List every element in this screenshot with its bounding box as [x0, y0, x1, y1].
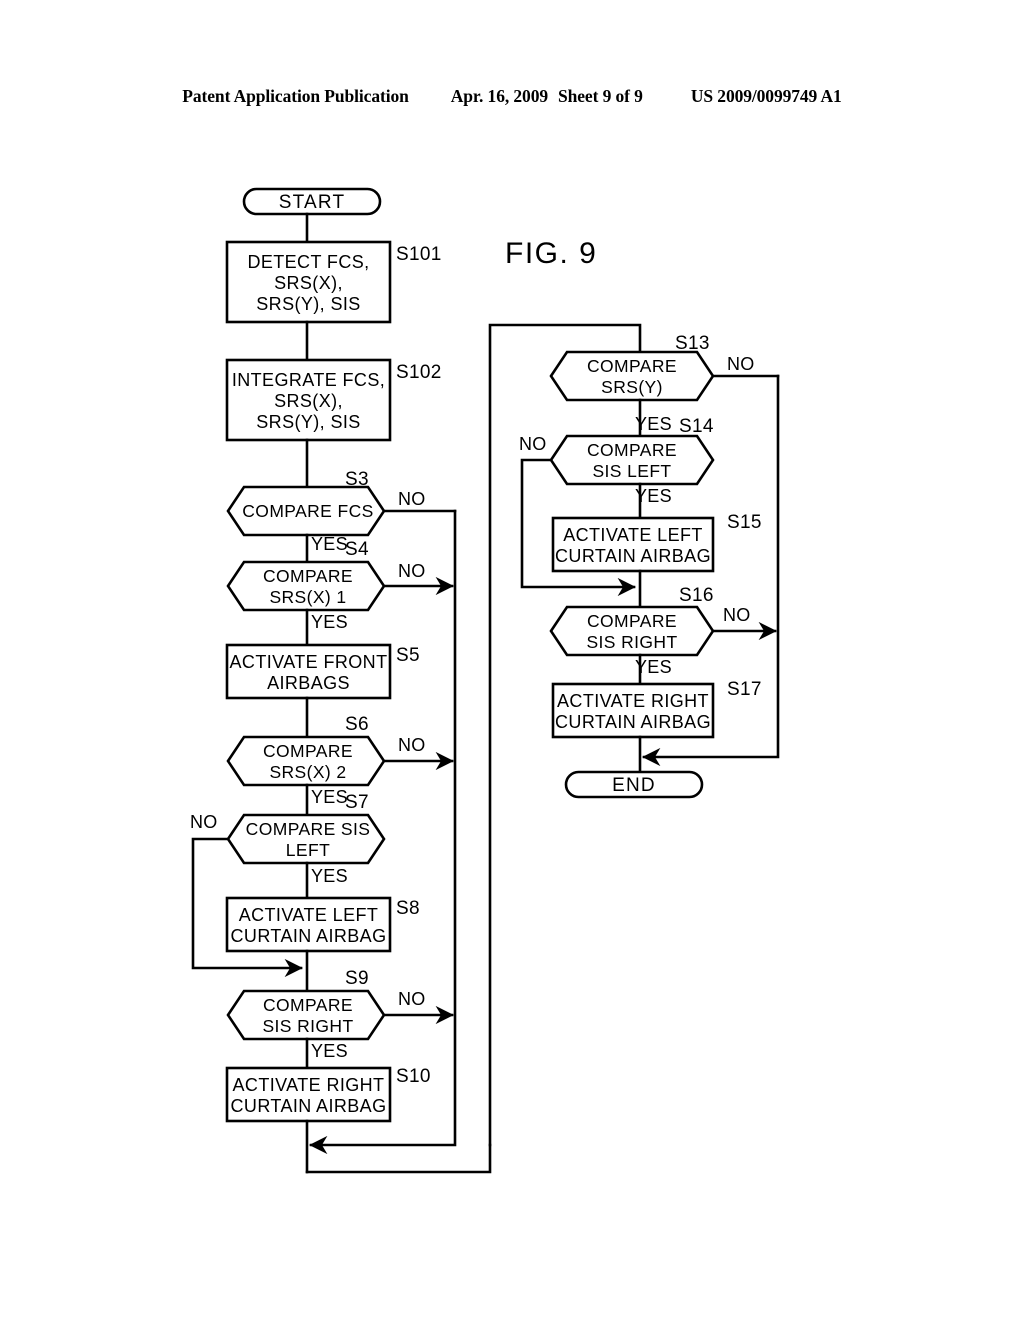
node-start-shape [242, 187, 382, 216]
node-s15-shape [551, 516, 715, 573]
node-s102-shape [225, 358, 392, 442]
step-label-s17: S17 [727, 679, 762, 700]
step-label-s102: S102 [396, 362, 442, 383]
node-s101-shape [225, 240, 392, 324]
step-label-s101: S101 [396, 244, 442, 265]
patent-drawing-sheet: Patent Application Publication Apr. 16, … [0, 0, 1024, 1320]
edge-label-s13-no: NO [727, 354, 755, 374]
node-s17-shape [551, 682, 715, 739]
node-s14-shape [549, 434, 715, 486]
step-label-s7: S7 [345, 792, 369, 813]
edge-label-s14-yes: YES [635, 486, 672, 506]
step-label-s9: S9 [345, 968, 369, 989]
step-label-s16: S16 [679, 585, 714, 606]
node-s9-shape [226, 989, 386, 1041]
edge-label-s3-no: NO [398, 489, 426, 509]
node-s10-shape [225, 1066, 392, 1123]
step-label-s6: S6 [345, 714, 369, 735]
node-s7-shape [226, 813, 386, 865]
node-s16-shape [549, 605, 715, 657]
node-s13-shape [549, 350, 715, 402]
edge-label-s3-yes: YES [311, 534, 348, 554]
node-s6-shape [226, 735, 386, 787]
step-label-s8: S8 [396, 898, 420, 919]
edge-label-s7-no: NO [190, 812, 218, 832]
node-s4-shape [226, 560, 386, 612]
step-label-s4: S4 [345, 539, 369, 560]
edge-label-s13-yes: YES [635, 414, 672, 434]
edge-label-s9-yes: YES [311, 1041, 348, 1061]
step-label-s13: S13 [675, 333, 710, 354]
edge-label-s9-no: NO [398, 989, 426, 1009]
edge-label-s7-yes: YES [311, 866, 348, 886]
node-s5-shape [225, 643, 392, 700]
edge-label-s14-no: NO [519, 434, 547, 454]
edge-label-s6-yes: YES [311, 787, 348, 807]
edge-label-s16-no: NO [723, 605, 751, 625]
step-label-s10: S10 [396, 1066, 431, 1087]
edge-label-s6-no: NO [398, 735, 426, 755]
flowchart-canvas [191, 187, 780, 1174]
edge-label-s16-yes: YES [635, 657, 672, 677]
node-s3-shape [226, 485, 386, 537]
step-label-s5: S5 [396, 645, 420, 666]
step-label-s15: S15 [727, 512, 762, 533]
step-label-s14: S14 [679, 416, 714, 437]
node-s8-shape [225, 896, 392, 953]
node-end-shape [564, 770, 704, 799]
edge-label-s4-no: NO [398, 561, 426, 581]
edge-label-s4-yes: YES [311, 612, 348, 632]
step-label-s3: S3 [345, 469, 369, 490]
bus-outer-return-lower [305, 1143, 492, 1174]
